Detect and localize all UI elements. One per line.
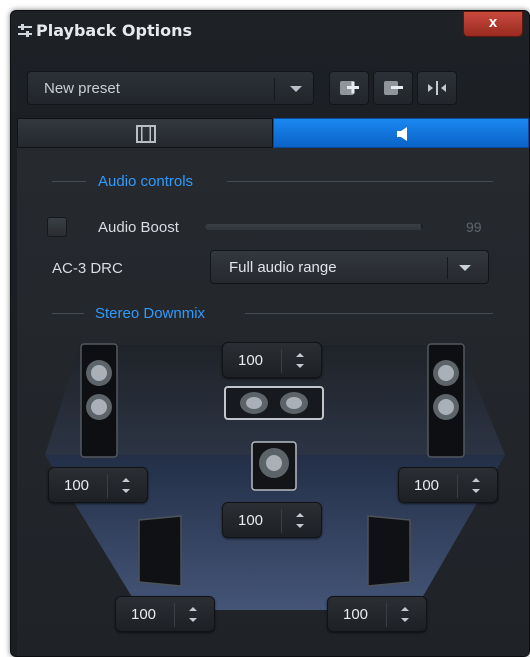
ac3-drc-value: Full audio range xyxy=(229,259,337,276)
film-icon xyxy=(136,125,156,143)
preset-dropdown[interactable]: New preset xyxy=(27,71,314,105)
chevron-up-icon[interactable] xyxy=(296,513,304,517)
chevron-down-icon[interactable] xyxy=(296,364,304,368)
speaker-icon xyxy=(397,127,407,141)
surround-right-level-spinner[interactable]: 100 xyxy=(327,596,427,632)
surround-left-level-value: 100 xyxy=(130,606,157,623)
dropdown-divider xyxy=(447,257,448,279)
add-preset-icon xyxy=(340,81,359,95)
spinner-divider xyxy=(386,603,387,627)
spinner-divider xyxy=(107,474,108,498)
chevron-down-icon[interactable] xyxy=(401,618,409,622)
close-icon: x xyxy=(488,14,498,31)
tab-audio[interactable] xyxy=(273,118,529,148)
remove-preset-icon xyxy=(384,81,403,95)
close-button[interactable]: x xyxy=(463,11,523,37)
add-preset-button[interactable] xyxy=(329,71,369,105)
spinner-divider xyxy=(457,474,458,498)
audio-boost-slider[interactable] xyxy=(205,224,423,230)
spinner-divider xyxy=(281,509,282,533)
chevron-down-icon[interactable] xyxy=(189,618,197,622)
chevron-up-icon[interactable] xyxy=(401,607,409,611)
front-left-level-value: 100 xyxy=(63,477,90,494)
chevron-down-icon[interactable] xyxy=(122,489,130,493)
chevron-up-icon[interactable] xyxy=(472,478,480,482)
spinner-divider xyxy=(174,603,175,627)
surround-left-level-spinner[interactable]: 100 xyxy=(115,596,215,632)
chevron-up-icon[interactable] xyxy=(122,478,130,482)
dropdown-divider xyxy=(274,78,275,100)
subwoofer-level-spinner[interactable]: 100 xyxy=(222,502,322,538)
remove-preset-button[interactable] xyxy=(373,71,413,105)
playback-options-window: Playback Options x New preset xyxy=(10,10,530,657)
spinner-divider xyxy=(281,349,282,373)
preset-value: New preset xyxy=(44,80,120,97)
title-bar[interactable]: Playback Options x xyxy=(11,11,529,51)
chevron-down-icon[interactable] xyxy=(296,524,304,528)
chevron-down-icon xyxy=(459,265,471,271)
tab-bar xyxy=(17,118,529,148)
center-level-value: 100 xyxy=(237,352,264,369)
subwoofer-level-value: 100 xyxy=(237,512,264,529)
chevron-down-icon xyxy=(290,86,302,92)
sliders-icon xyxy=(18,24,32,37)
split-icon xyxy=(428,81,446,95)
chevron-down-icon[interactable] xyxy=(472,489,480,493)
audio-boost-checkbox[interactable] xyxy=(47,217,67,237)
front-right-level-spinner[interactable]: 100 xyxy=(398,467,498,503)
chevron-up-icon[interactable] xyxy=(296,353,304,357)
window-title: Playback Options xyxy=(36,21,192,40)
slider-fill xyxy=(205,224,421,230)
tab-video[interactable] xyxy=(17,118,273,148)
front-left-level-spinner[interactable]: 100 xyxy=(48,467,148,503)
split-button[interactable] xyxy=(417,71,457,105)
center-level-spinner[interactable]: 100 xyxy=(222,342,322,378)
surround-right-level-value: 100 xyxy=(342,606,369,623)
front-right-level-value: 100 xyxy=(413,477,440,494)
ac3-drc-dropdown[interactable]: Full audio range xyxy=(210,250,489,284)
chevron-up-icon[interactable] xyxy=(189,607,197,611)
